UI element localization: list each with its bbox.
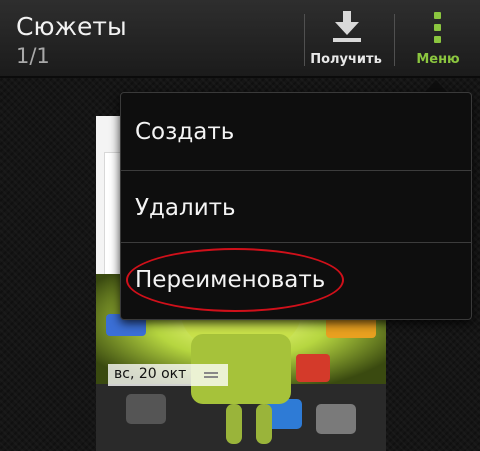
action-bar: Сюжеты 1/1 Получить Меню bbox=[0, 0, 480, 78]
page-title: Сюжеты bbox=[16, 12, 127, 41]
get-button-label: Получить bbox=[310, 52, 382, 67]
download-icon bbox=[333, 11, 361, 42]
menu-dots-icon bbox=[434, 12, 441, 43]
action-divider bbox=[304, 14, 305, 66]
story-date-label: вс, 20 окт bbox=[108, 364, 228, 386]
menu-item-rename[interactable]: Переименовать bbox=[121, 243, 471, 317]
menu-item-create[interactable]: Создать bbox=[121, 95, 471, 169]
grip-icon bbox=[204, 372, 218, 374]
get-button[interactable]: Получить bbox=[306, 0, 386, 76]
page-counter: 1/1 bbox=[16, 44, 50, 68]
overflow-menu: Создать Удалить Переименовать bbox=[120, 92, 472, 320]
menu-button-label: Меню bbox=[416, 52, 460, 67]
menu-item-delete[interactable]: Удалить bbox=[121, 171, 471, 245]
action-divider bbox=[394, 14, 395, 66]
menu-button[interactable]: Меню bbox=[396, 0, 480, 76]
